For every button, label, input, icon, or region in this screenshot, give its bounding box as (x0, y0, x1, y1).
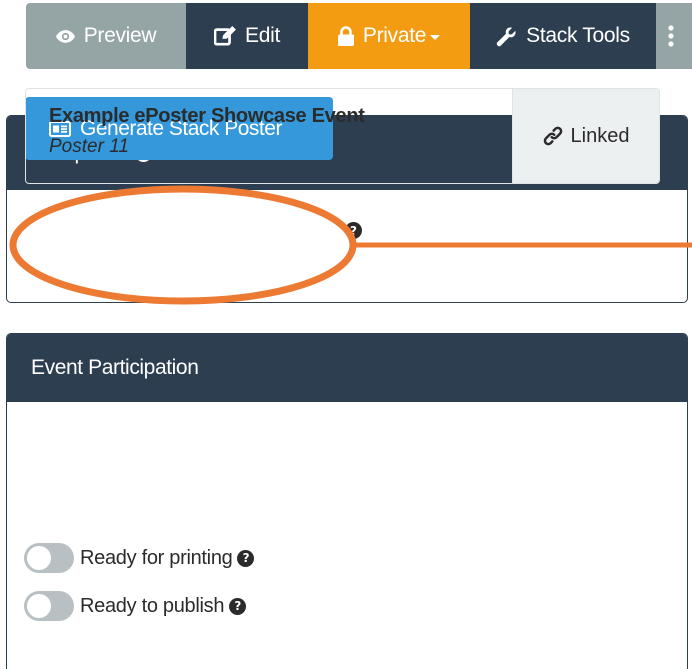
ready-for-printing-label: Ready for printing (80, 546, 233, 569)
ready-for-printing-toggle[interactable] (24, 543, 74, 573)
lock-icon (337, 26, 354, 46)
preview-label: Preview (83, 24, 157, 47)
event-name[interactable]: Example ePoster Showcase Event (49, 105, 512, 128)
question-circle-icon[interactable]: ? (229, 597, 247, 615)
ready-to-publish-label: Ready to publish (80, 594, 225, 617)
edit-label: Edit (245, 24, 280, 47)
eye-icon (55, 29, 75, 43)
edit-button[interactable]: Edit (186, 3, 308, 69)
ready-to-publish-toggle[interactable] (24, 591, 74, 621)
private-label: Private (362, 24, 427, 47)
vertical-dots-icon (668, 25, 674, 47)
wrench-icon (496, 26, 517, 47)
event-participation-header: Event Participation (7, 334, 687, 402)
poster-number: Poster 11 (49, 136, 129, 157)
question-circle-icon[interactable]: ? (345, 222, 362, 239)
preview-button[interactable]: Preview (26, 3, 186, 69)
event-card: Example ePoster Showcase Event Poster 11… (25, 88, 660, 184)
privacy-dropdown[interactable]: Private (308, 3, 470, 69)
event-participation-title: Event Participation (31, 356, 199, 379)
linked-label: Linked (570, 124, 630, 147)
link-icon (543, 126, 563, 146)
stack-tools-label: Stack Tools (526, 24, 630, 47)
event-info: Example ePoster Showcase Event Poster 11 (26, 89, 512, 183)
linked-button[interactable]: Linked (512, 89, 659, 183)
stack-toolbar: Preview Edit Private Stack Tools (26, 3, 692, 69)
more-options-button[interactable] (656, 3, 692, 69)
ready-to-publish-row: Ready to publish ? (24, 591, 247, 621)
stack-tools-button[interactable]: Stack Tools (470, 3, 656, 69)
ready-for-printing-row: Ready for printing ? (24, 543, 255, 573)
question-circle-icon[interactable]: ? (237, 549, 255, 567)
edit-icon (214, 26, 236, 46)
chevron-down-icon (430, 34, 441, 40)
